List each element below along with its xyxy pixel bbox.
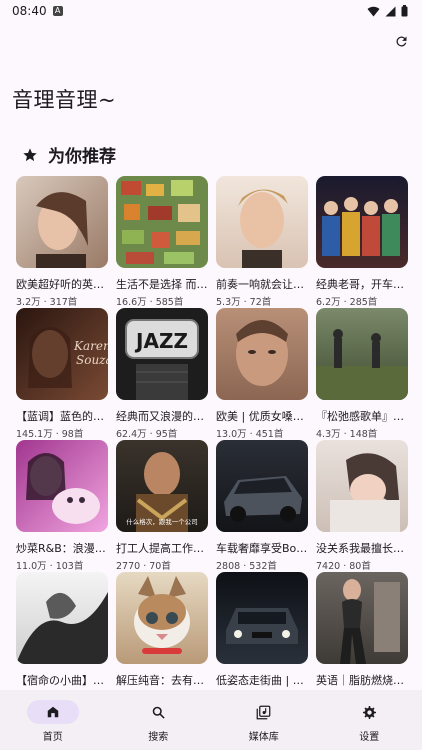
refresh-button[interactable] [390,30,412,52]
playlist-title: 前奏一响就会让… [216,278,304,291]
nav-search-label: 搜索 [148,732,169,743]
playlist-cover [216,308,308,400]
playlist-meta: 2808 · 532首 [216,561,277,572]
nav-settings[interactable]: 设置 [329,700,409,743]
playlist-meta: 16.6万 · 585首 [116,297,184,308]
playlist-cover: JAZZ [116,308,208,400]
playlist-title: 经典而又浪漫的… [116,410,204,423]
playlist-cover [316,308,408,400]
playlist-card[interactable]: 欧美 | 优质女嗓一… 13.0万 · 451首 [216,308,308,440]
playlist-cover [216,572,308,664]
playlist-cover [216,176,308,268]
status-bar: 08:40 A [0,0,422,22]
playlist-meta: 145.1万 · 98首 [16,429,84,440]
video-subtitle: 什么格次，跟我一个公司 [126,517,198,526]
playlist-title: 解压纯音：去有… [116,674,204,687]
playlist-title: 欧美 | 优质女嗓一… [216,410,308,423]
playlist-card[interactable]: 生活不是选择 而… 16.6万 · 585首 [116,176,208,308]
home-icon [47,706,58,718]
playlist-title: 没关系我最擅长… [316,542,404,555]
playlist-meta: 7420 · 80首 [316,561,371,572]
playlist-cover: 什么格次，跟我一个公司 [116,440,208,532]
nav-search[interactable]: 搜索 [118,700,198,743]
playlist-meta: 62.4万 · 95首 [116,429,178,440]
playlist-title: 炒菜R&B：浪漫… [16,542,106,555]
section-title: 为你推荐 [48,147,116,167]
playlist-card[interactable]: 车载奢靡享受Bos… 2808 · 532首 [216,440,308,572]
status-time: 08:40 [12,4,47,18]
playlist-title: 低姿态走街曲 | ス… [216,674,308,687]
star-icon [23,147,37,161]
playlist-title: 打工人提高工作… [116,542,204,555]
playlist-title: 经典老哥，开车… [316,278,404,291]
nav-settings-label: 设置 [359,732,380,743]
section-header: 为你推荐 [22,142,116,167]
nav-home[interactable]: 首页 [13,700,93,743]
playlist-cover [16,572,108,664]
nav-library[interactable]: 媒体库 [224,700,304,743]
playlist-meta: 13.0万 · 451首 [216,429,284,440]
playlist-title: 生活不是选择 而… [116,278,208,291]
playlist-cover [316,176,408,268]
playlist-card[interactable]: 什么格次，跟我一个公司 打工人提高工作… 2770 · 70首 [116,440,208,572]
playlist-card[interactable]: JAZZ 经典而又浪漫的… 62.4万 · 95首 [116,308,208,440]
refresh-icon [395,35,406,46]
playlist-card[interactable]: 没关系我最擅长… 7420 · 80首 [316,440,408,572]
playlist-cover [16,440,108,532]
playlist-cover [116,572,208,664]
library-icon [256,705,271,719]
wifi-icon [367,6,380,16]
playlist-cover [116,176,208,268]
karen-overlay: KarenSouza [73,339,108,367]
bottom-navigation: 首页 搜索 媒体库 设置 [0,690,422,750]
page-title: 音理音理~ [12,88,117,112]
playlist-title: 欧美超好听的英… [16,278,104,291]
playlist-card[interactable]: 解压纯音：去有… [116,572,208,688]
playlist-title: 【宿命の小曲】… [16,674,104,687]
playlist-title: 【蓝调】蓝色的浪漫 [16,410,108,423]
battery-icon [401,5,408,17]
nav-library-label: 媒体库 [248,732,279,743]
playlist-meta: 2770 · 70首 [116,561,171,572]
playlist-meta: 6.2万 · 285首 [316,297,378,308]
settings-icon [362,705,376,719]
nav-home-label: 首页 [42,732,63,743]
nav-home-indicator [26,700,79,724]
playlist-meta: 5.3万 · 72首 [216,297,272,308]
playlist-title: 车载奢靡享受Bos… [216,542,308,555]
playlist-cover [16,176,108,268]
playlist-meta: 4.3万 · 148首 [316,429,378,440]
playlist-card[interactable]: 前奏一响就会让… 5.3万 · 72首 [216,176,308,308]
jazz-sign: JAZZ [134,329,188,353]
signal-icon [385,6,396,16]
playlist-card[interactable]: 英语｜脂肪燃烧… [316,572,408,688]
playlist-title: 『松弛感歌单』… [316,410,404,423]
playlist-title: 英语｜脂肪燃烧… [316,674,404,687]
playlist-card[interactable]: 低姿态走街曲 | ス… [216,572,308,688]
playlist-card[interactable]: 炒菜R&B：浪漫… 11.0万 · 103首 [16,440,108,572]
playlist-cover: KarenSouza [16,308,108,400]
playlist-cover [316,440,408,532]
search-icon [152,706,165,719]
playlist-card[interactable]: 『松弛感歌单』… 4.3万 · 148首 [316,308,408,440]
playlist-cover [216,440,308,532]
playlist-card[interactable]: KarenSouza 【蓝调】蓝色的浪漫 145.1万 · 98首 [16,308,108,440]
playlist-card[interactable]: 经典老哥，开车… 6.2万 · 285首 [316,176,408,308]
playlist-cover [316,572,408,664]
playlist-meta: 11.0万 · 103首 [16,561,84,572]
notification-icon: A [52,6,63,16]
playlist-card[interactable]: 【宿命の小曲】… [16,572,108,688]
playlist-card[interactable]: 欧美超好听的英… 3.2万 · 317首 [16,176,108,308]
playlist-meta: 3.2万 · 317首 [16,297,78,308]
